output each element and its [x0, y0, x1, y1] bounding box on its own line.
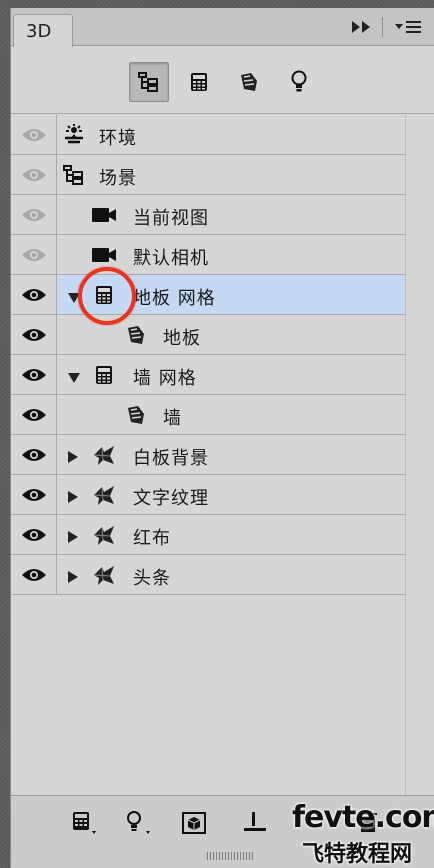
layer-label: 地板: [163, 328, 201, 349]
new-light-button[interactable]: [121, 810, 155, 836]
expanded-triangle-icon[interactable]: [67, 369, 81, 388]
visibility-toggle[interactable]: [11, 235, 57, 274]
eye-icon: [21, 128, 46, 141]
layer-row[interactable]: 白板背景: [11, 435, 405, 475]
scene-tree-icon: [138, 72, 158, 92]
layer-row[interactable]: 默认相机: [11, 235, 405, 275]
layer-row[interactable]: 头条: [11, 555, 405, 595]
visibility-toggle[interactable]: [11, 155, 57, 194]
ground-button[interactable]: [239, 810, 273, 836]
3d-panel: 3D 环境 场景 当前视图 默认相机 地板 网格 地板 墙 网格 墙 白板背景 …: [10, 8, 434, 868]
eye-icon: [21, 568, 46, 581]
camera-icon: [91, 244, 117, 266]
render-icon: [182, 812, 206, 834]
layer-label: 头条: [133, 568, 171, 589]
watermark: fevte.com 飞特教程网: [292, 800, 434, 867]
mesh-filter-button[interactable]: [179, 62, 219, 102]
layer-list: 环境场景当前视图默认相机地板 网格地板墙 网格墙白板背景文字纹理红布头条: [11, 115, 434, 795]
visibility-toggle[interactable]: [11, 115, 57, 154]
eye-icon: [21, 408, 46, 421]
3d-object-icon: [91, 564, 117, 586]
mesh-icon: [191, 73, 207, 91]
layer-row[interactable]: 红布: [11, 515, 405, 555]
layer-row[interactable]: 场景: [11, 155, 405, 195]
layer-label: 环境: [99, 128, 137, 149]
light-bulb-icon: [291, 70, 307, 92]
new-mesh-button[interactable]: [67, 810, 101, 836]
material-filter-button[interactable]: [229, 62, 269, 102]
layer-label: 地板 网格: [133, 288, 216, 309]
layer-label: 红布: [133, 528, 171, 549]
visibility-toggle[interactable]: [11, 315, 57, 354]
eye-icon: [21, 208, 46, 221]
collapse-icon[interactable]: [351, 19, 373, 35]
environment-icon: [61, 124, 87, 146]
empty-list-area: [11, 598, 405, 795]
layer-row[interactable]: 当前视图: [11, 195, 405, 235]
eye-icon: [21, 248, 46, 261]
material-icon: [123, 404, 149, 426]
collapsed-triangle-icon[interactable]: [67, 569, 79, 588]
layer-row[interactable]: 地板 网格: [11, 275, 405, 315]
watermark-domain: fevte.com: [292, 800, 434, 835]
layer-row[interactable]: 地板: [11, 315, 405, 355]
grip-lines: [207, 852, 255, 860]
watermark-site-name: 飞特教程网: [302, 842, 413, 867]
scene-tree-icon: [61, 164, 87, 186]
toolbar-divider: [382, 17, 383, 37]
mesh-icon: [91, 364, 117, 386]
collapsed-triangle-icon[interactable]: [67, 489, 79, 508]
layer-label: 白板背景: [133, 448, 209, 469]
visibility-toggle[interactable]: [11, 555, 57, 594]
eye-icon: [21, 488, 46, 501]
new-light-icon: [127, 811, 150, 834]
eye-icon: [21, 368, 46, 381]
eye-icon: [21, 288, 46, 301]
3d-object-icon: [91, 484, 117, 506]
tab-3d[interactable]: 3D: [13, 14, 73, 47]
panel-menu-icon[interactable]: [393, 18, 423, 36]
3d-object-icon: [91, 444, 117, 466]
panel-tab-bar: 3D: [11, 8, 434, 47]
material-icon: [241, 73, 257, 91]
layer-label: 默认相机: [133, 248, 209, 269]
list-scrollbar[interactable]: [405, 115, 434, 795]
render-button[interactable]: [177, 810, 211, 836]
visibility-toggle[interactable]: [11, 475, 57, 514]
visibility-toggle[interactable]: [11, 275, 57, 314]
ground-icon: [244, 812, 266, 831]
material-icon: [123, 324, 149, 346]
3d-object-icon: [91, 524, 117, 546]
light-filter-button[interactable]: [279, 62, 319, 102]
visibility-toggle[interactable]: [11, 515, 57, 554]
scene-filter-button[interactable]: [129, 62, 169, 102]
visibility-toggle[interactable]: [11, 355, 57, 394]
layer-row[interactable]: 文字纹理: [11, 475, 405, 515]
layer-row[interactable]: 墙 网格: [11, 355, 405, 395]
eye-icon: [21, 168, 46, 181]
eye-icon: [21, 528, 46, 541]
layer-label: 文字纹理: [133, 488, 209, 509]
new-mesh-icon: [73, 812, 96, 834]
collapsed-triangle-icon[interactable]: [67, 449, 79, 468]
visibility-toggle[interactable]: [11, 195, 57, 234]
annotation-circle: [78, 267, 136, 325]
layer-label: 当前视图: [133, 208, 209, 229]
layer-label: 墙 网格: [133, 368, 197, 389]
layer-row[interactable]: 墙: [11, 395, 405, 435]
layer-label: 墙: [163, 408, 182, 429]
layer-label: 场景: [99, 168, 137, 189]
eye-icon: [21, 328, 46, 341]
layer-row[interactable]: 环境: [11, 115, 405, 155]
filter-bar: [11, 46, 434, 114]
visibility-toggle[interactable]: [11, 395, 57, 434]
collapsed-triangle-icon[interactable]: [67, 529, 79, 548]
visibility-toggle[interactable]: [11, 435, 57, 474]
eye-icon: [21, 448, 46, 461]
camera-icon: [91, 204, 117, 226]
